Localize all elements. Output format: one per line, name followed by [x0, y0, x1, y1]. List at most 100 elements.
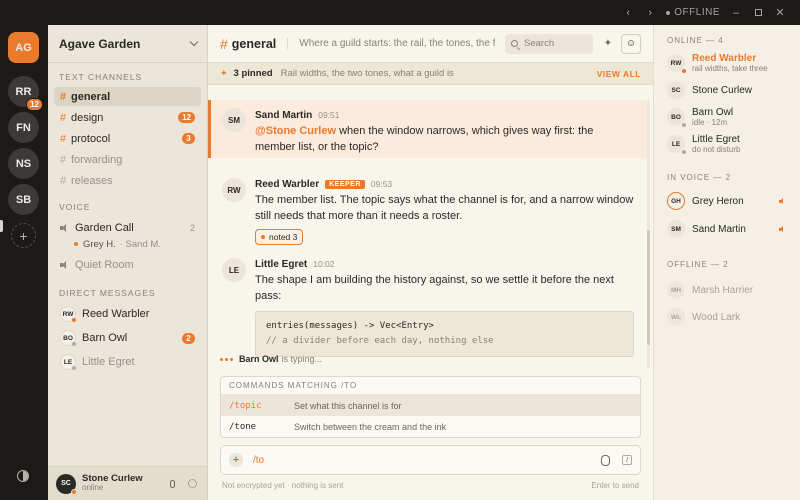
message-author[interactable]: Reed Warbler	[255, 179, 319, 190]
message-author[interactable]: Sand Martin	[255, 110, 312, 121]
guild-icon-fn[interactable]: FN	[8, 112, 39, 143]
channel-protocol[interactable]: # protocol 3	[54, 129, 201, 148]
message: SM Sand Martin 09:51 @Stone Curlew when t…	[208, 100, 648, 158]
paperclip-icon[interactable]	[601, 454, 610, 466]
chat-main: # general Where a guild starts: the rail…	[208, 25, 653, 500]
presence-dot	[681, 68, 687, 74]
add-guild-button[interactable]: +	[11, 223, 36, 248]
command-item-topic[interactable]: /topic Set what this channel is for	[221, 395, 640, 416]
member-sand-martin[interactable]: SM Sand Martin	[654, 216, 800, 242]
add-attachment-button[interactable]: +	[229, 453, 243, 467]
speaker-icon	[60, 223, 69, 232]
section-title-in-voice: IN VOICE — 2	[667, 172, 732, 182]
dm-little-egret[interactable]: LE Little Egret	[54, 350, 201, 374]
avatar[interactable]: SM	[222, 108, 246, 132]
role-badge: KEEPER	[325, 179, 365, 189]
message-list: SM Sand Martin 09:51 @Stone Curlew when t…	[208, 100, 653, 368]
typing-dots-icon	[220, 357, 233, 361]
reaction-dot-icon	[261, 235, 265, 239]
avatar: RW	[667, 54, 687, 74]
message-time: 09:51	[318, 110, 340, 120]
guild-rail: AG RR 12 FN NS SB +	[0, 25, 48, 500]
avatar: LE	[60, 354, 77, 371]
channel-title: general	[231, 36, 277, 51]
command-item-tone[interactable]: /tone Switch between the cream and the in…	[221, 416, 640, 437]
mention[interactable]: @Stone Curlew	[255, 125, 336, 137]
channel-header: # general Where a guild starts: the rail…	[208, 25, 653, 63]
member-little-egret[interactable]: LE Little Egret do not disturb	[654, 131, 800, 157]
voice-channel-garden-call[interactable]: Garden Call 2	[54, 218, 201, 237]
scrollbar-thumb[interactable]	[647, 230, 650, 345]
message: LE Little Egret 10:02 The shape I am buil…	[208, 257, 648, 357]
gear-icon[interactable]	[185, 477, 199, 491]
avatar: RW	[60, 306, 77, 323]
channel-releases[interactable]: # releases	[54, 171, 201, 190]
member-wood-lark[interactable]: WL Wood Lark	[654, 304, 800, 330]
presence-dot	[71, 488, 77, 495]
view-all-link[interactable]: VIEW ALL	[597, 69, 641, 79]
unread-badge: 12	[178, 112, 195, 123]
member-stone-curlew[interactable]: SC Stone Curlew	[654, 77, 800, 103]
avatar[interactable]: LE	[222, 258, 246, 282]
command-suggestions: COMMANDS MATCHING /TO /topic Set what thi…	[220, 376, 641, 438]
avatar[interactable]: SC	[56, 473, 77, 495]
guild-header[interactable]: Agave Garden	[48, 25, 207, 63]
avatar: SM	[667, 220, 685, 238]
avatar: LE	[667, 135, 687, 155]
section-title-text: TEXT CHANNELS	[59, 72, 143, 82]
status-dot-icon	[666, 10, 671, 15]
chevron-down-icon	[189, 37, 199, 47]
hash-icon: #	[60, 111, 67, 124]
maximize-icon[interactable]	[752, 7, 764, 19]
member-marsh-harrier[interactable]: MH Marsh Harrier	[654, 277, 800, 303]
guild-icon-rr[interactable]: RR 12	[8, 76, 43, 111]
pin-icon[interactable]: ✦	[601, 38, 615, 49]
voice-participants: Grey H. · Sand M.	[54, 237, 201, 251]
scrollbar[interactable]	[647, 100, 650, 368]
unread-badge: 2	[182, 332, 195, 344]
reaction-chip[interactable]: noted 3	[255, 229, 304, 245]
encryption-note: Not encrypted yet · nothing is sent	[222, 481, 344, 490]
member-grey-heron[interactable]: GH Grey Heron	[654, 188, 800, 214]
dm-reed-warbler[interactable]: RW Reed Warbler	[54, 302, 201, 326]
back-icon[interactable]: ‹	[622, 7, 634, 19]
avatar: BO	[60, 330, 77, 347]
member-reed-warbler[interactable]: RW Reed Warbler rail widths, take three	[654, 50, 800, 76]
section-title-voice: VOICE	[59, 202, 91, 212]
unread-badge: 12	[26, 98, 43, 111]
forward-icon[interactable]: ›	[644, 7, 656, 19]
title-bar: ‹ › OFFLINE – ✕	[0, 0, 800, 25]
guild-name: Agave Garden	[59, 36, 141, 51]
guild-icon-ag[interactable]: AG	[8, 32, 39, 63]
typing-indicator: Barn Owl is typing...	[220, 354, 322, 364]
minimize-icon[interactable]: –	[730, 7, 742, 19]
composer-footer: Not encrypted yet · nothing is sent Ente…	[222, 481, 639, 490]
presence-dot	[681, 149, 687, 155]
pinned-summary: Rail widths, the two tones, what a guild…	[280, 68, 454, 79]
voice-channel-quiet-room[interactable]: Quiet Room	[54, 255, 201, 274]
pinned-bar: ✦ 3 pinned Rail widths, the two tones, w…	[208, 63, 653, 85]
hash-icon: #	[60, 153, 67, 166]
dm-barn-owl[interactable]: BO Barn Owl 2	[54, 326, 201, 350]
channel-topic[interactable]: Where a guild starts: the rail, the tone…	[287, 38, 495, 49]
member-barn-owl[interactable]: BO Barn Owl idle · 12m	[654, 104, 800, 130]
close-icon[interactable]: ✕	[774, 6, 786, 19]
message-author[interactable]: Little Egret	[255, 259, 307, 270]
rail-indicator	[0, 220, 3, 232]
guild-icon-ns[interactable]: NS	[8, 148, 39, 179]
guild-icon-sb[interactable]: SB	[8, 184, 39, 215]
search-input[interactable]: Search	[505, 33, 593, 54]
speaker-icon	[779, 225, 787, 233]
avatar[interactable]: RW	[222, 178, 246, 202]
message-body: The shape I am building the history agai…	[255, 274, 614, 302]
channel-design[interactable]: # design 12	[54, 108, 201, 127]
channel-general[interactable]: # general	[54, 87, 201, 106]
channel-forwarding[interactable]: # forwarding	[54, 150, 201, 169]
theme-toggle-icon[interactable]	[17, 470, 29, 482]
format-icon[interactable]: I	[622, 455, 632, 465]
mic-icon[interactable]	[165, 477, 179, 491]
user-bar: SC Stone Curlew online	[48, 466, 207, 500]
avatar: SC	[667, 81, 685, 99]
members-toggle-button[interactable]: ☺	[621, 33, 641, 54]
message-input[interactable]	[253, 454, 601, 466]
